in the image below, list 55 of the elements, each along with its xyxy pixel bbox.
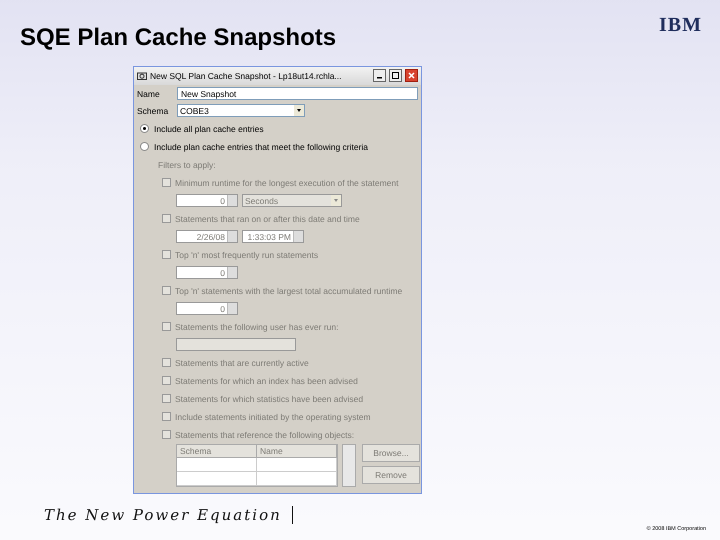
column-header: Name [257,444,337,458]
date-spinner[interactable]: 2/26/08 [176,230,238,244]
table-button[interactable]: Browse... [362,444,420,462]
maximize-button[interactable] [389,69,402,82]
spin-arrows-icon[interactable] [227,303,237,314]
checkbox[interactable] [162,430,171,440]
filter-label: Statements for which statistics have been advised [175,394,364,404]
checkbox[interactable] [162,358,171,368]
minimize-button[interactable] [373,69,386,82]
filter-label: Statements for which an index has been advised [175,376,358,386]
time-spinner[interactable]: 1:33:03 PM [242,230,304,244]
unit-dropdown[interactable]: Seconds [242,194,342,208]
camera-icon [137,71,147,80]
filter-label: Include statements initiated by the operating system [175,412,371,422]
checkbox[interactable] [162,394,171,404]
table-button[interactable]: Remove [362,466,420,484]
spin-arrows-icon[interactable] [227,231,237,242]
filter-label: Top 'n' statements with the largest total accumulated runtime [175,286,402,296]
number-spinner[interactable]: 0 [176,302,238,316]
number-spinner[interactable]: 0 [176,266,238,280]
filter-label: Statements that ran on or after this date and time [175,214,360,224]
tagline: The New Power Equation [44,506,293,524]
radio-button[interactable] [140,142,149,152]
schema-label: Schema [137,106,170,116]
checkbox[interactable] [162,376,171,386]
checkbox[interactable] [162,250,171,260]
radio-label: Include plan cache entries that meet the following criteria [154,142,368,152]
spin-arrows-icon[interactable] [227,195,237,206]
filter-label: Minimum runtime for the longest execution of the statement [175,178,398,188]
filter-label: Statements the following user has ever run: [175,322,338,332]
checkbox[interactable] [162,178,171,188]
name-field[interactable]: New Snapshot [177,87,418,100]
checkbox[interactable] [162,286,171,296]
column-header: Schema [177,444,257,458]
close-button[interactable] [405,69,418,82]
user-field[interactable] [176,338,296,352]
filters-label: Filters to apply: [157,158,217,172]
checkbox[interactable] [162,214,171,224]
schema-dropdown[interactable]: COBE3 [177,104,305,118]
spin-arrows-icon[interactable] [227,267,237,278]
title-bar: New SQL Plan Cache Snapshot - Lp18ut14.rchla... [134,66,421,85]
close-icon [408,72,415,80]
number-spinner[interactable]: 0 [176,194,238,208]
filter-label: Statements that reference the following objects: [175,430,354,440]
scrollbar[interactable] [342,444,356,487]
filter-label: Top 'n' most frequently run statements [175,250,318,260]
checkbox[interactable] [162,322,171,332]
filter-label: Statements that are currently active [175,358,309,368]
maximize-icon [392,72,399,80]
name-label: Name [137,88,161,99]
radio-label: Include all plan cache entries [154,124,264,134]
radio-button[interactable] [140,124,149,134]
spin-arrows-icon[interactable] [293,231,303,242]
slide-title: SQE Plan Cache Snapshots [20,24,336,52]
checkbox[interactable] [162,412,171,422]
